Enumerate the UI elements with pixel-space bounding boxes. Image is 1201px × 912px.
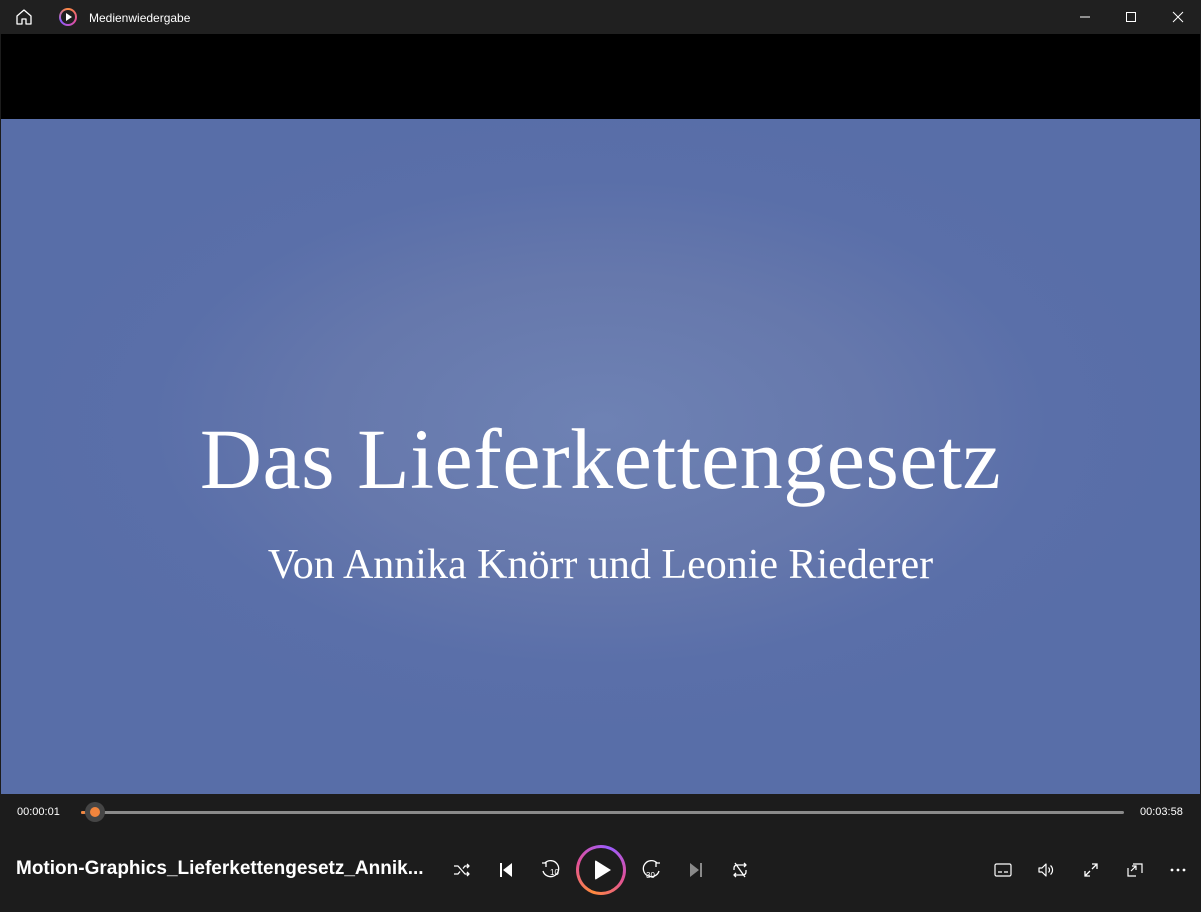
volume-icon <box>1038 863 1054 877</box>
next-icon <box>690 863 702 877</box>
play-button[interactable] <box>576 845 626 895</box>
duration-time: 00:03:58 <box>1140 806 1183 818</box>
subtitles-button[interactable] <box>987 854 1019 886</box>
app-logo-icon <box>59 8 77 26</box>
app-title: Medienwiedergabe <box>89 11 191 25</box>
home-icon[interactable] <box>14 8 34 26</box>
current-time: 00:00:01 <box>17 806 60 818</box>
play-icon <box>595 860 611 880</box>
video-frame: Das Lieferkettengesetz Von Annika Knörr … <box>1 119 1200 794</box>
forward-30-icon: 30 <box>642 860 660 880</box>
rewind-label: 10 <box>550 868 559 877</box>
rewind-button[interactable]: 10 <box>534 854 566 886</box>
close-icon <box>1172 11 1184 23</box>
previous-icon <box>500 863 512 877</box>
more-icon <box>1170 868 1186 872</box>
repeat-icon <box>733 862 747 878</box>
subtitles-icon <box>994 863 1012 877</box>
close-button[interactable] <box>1155 0 1201 34</box>
playback-controls: 00:00:01 00:03:58 Motion-Graphics_Liefer… <box>0 794 1201 912</box>
next-button[interactable] <box>680 854 712 886</box>
seek-bar[interactable] <box>81 811 1124 814</box>
more-button[interactable] <box>1162 854 1194 886</box>
video-subtitle-text: Von Annika Knörr und Leonie Riederer <box>267 542 934 588</box>
minimize-icon <box>1080 16 1090 18</box>
seek-thumb[interactable] <box>85 802 106 822</box>
miniplayer-button[interactable] <box>1119 854 1151 886</box>
previous-button[interactable] <box>490 854 522 886</box>
video-area[interactable]: Das Lieferkettengesetz Von Annika Knörr … <box>1 34 1200 794</box>
rewind-10-icon: 10 <box>542 860 559 878</box>
repeat-button[interactable] <box>724 854 756 886</box>
shuffle-button[interactable] <box>446 854 478 886</box>
volume-button[interactable] <box>1030 854 1062 886</box>
maximize-button[interactable] <box>1108 0 1154 34</box>
fullscreen-icon <box>1084 863 1098 877</box>
forward-label: 30 <box>646 871 655 880</box>
forward-button[interactable]: 30 <box>636 854 668 886</box>
minimize-button[interactable] <box>1062 0 1108 34</box>
title-bar: Medienwiedergabe <box>0 0 1201 34</box>
media-title: Motion-Graphics_Lieferkettengesetz_Annik… <box>16 858 424 879</box>
media-player-window: Medienwiedergabe Das Lieferkettengesetz … <box>0 0 1201 912</box>
miniplayer-icon <box>1127 863 1143 877</box>
video-title-text: Das Lieferkettengesetz <box>199 411 1002 507</box>
fullscreen-button[interactable] <box>1075 854 1107 886</box>
maximize-icon <box>1126 12 1136 22</box>
shuffle-icon <box>454 863 470 877</box>
